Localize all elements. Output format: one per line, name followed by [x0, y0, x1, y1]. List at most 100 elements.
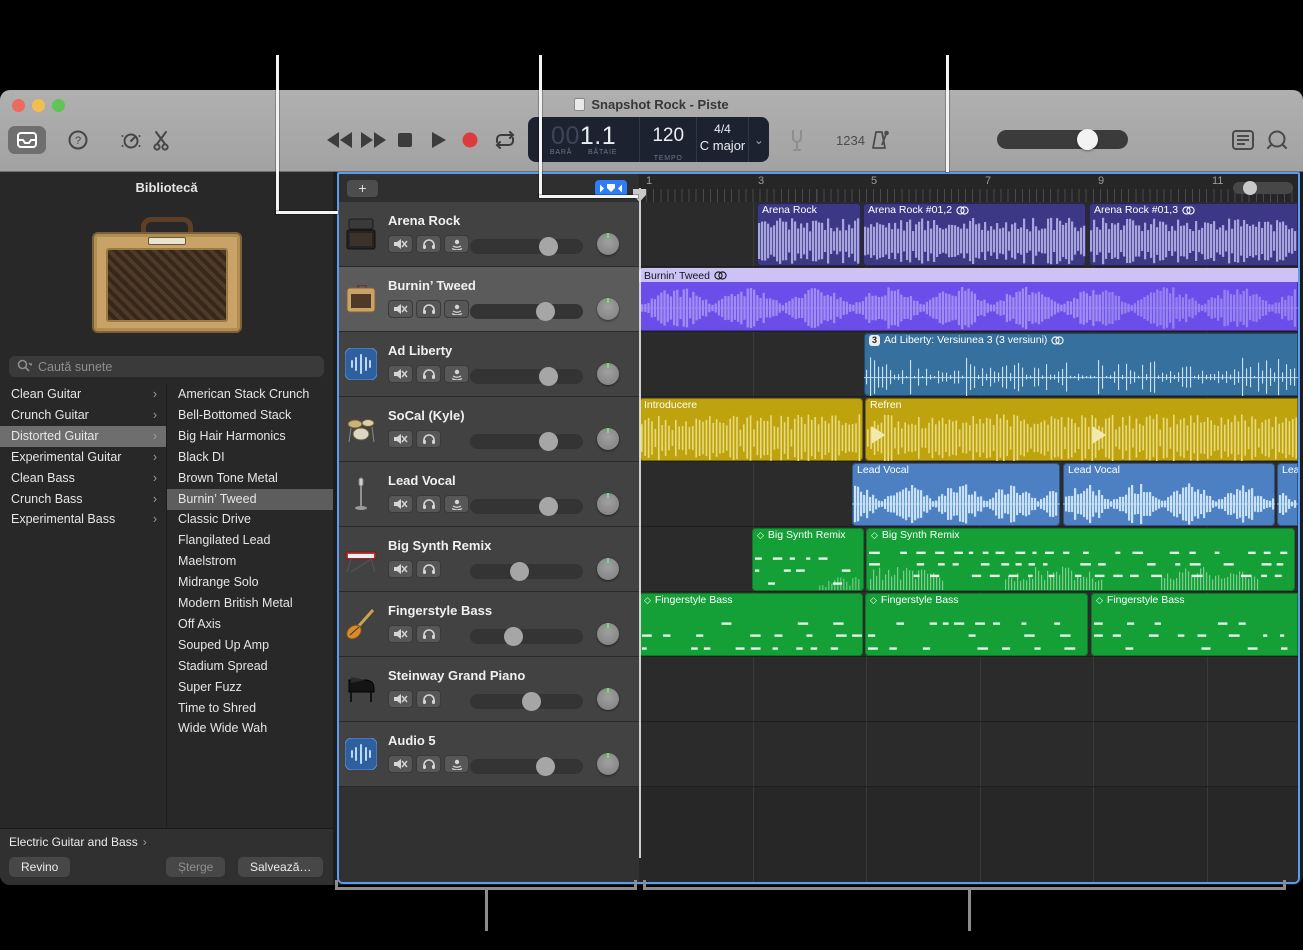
lanes[interactable]: Arena Rock Arena Rock #01,2 Arena Rock #01… [639, 202, 1298, 882]
quick-help-button[interactable]: ? [68, 130, 88, 155]
track-volume-slider[interactable] [470, 757, 583, 776]
region-arena-rock-01-3[interactable]: Arena Rock #01,3 [1089, 203, 1298, 266]
fast-forward-button[interactable] [361, 132, 387, 153]
track-header-socal-kyle[interactable]: SoCal (Kyle) [339, 397, 639, 462]
track-header-lead-vocal[interactable]: Lead Vocal [339, 462, 639, 527]
mute-button[interactable] [388, 690, 413, 708]
library-preset-stadium-spread[interactable]: Stadium Spread [167, 656, 333, 677]
save-button[interactable]: Salvează… [238, 857, 324, 877]
mute-button[interactable] [388, 560, 413, 578]
loop-browser-icon[interactable] [1266, 129, 1288, 156]
region-refren[interactable]: Refren [865, 398, 1298, 461]
count-in-button[interactable]: 1234 [836, 133, 865, 148]
library-preset-wide-wide-wah[interactable]: Wide Wide Wah [167, 718, 333, 739]
solo-button[interactable] [416, 235, 441, 253]
region-introducere[interactable]: Introducere [639, 398, 863, 461]
track-volume-knob[interactable] [539, 237, 558, 256]
library-preset-flangilated-lead[interactable]: Flangilated Lead [167, 530, 333, 551]
track-lane[interactable] [639, 657, 1298, 722]
track-volume-slider[interactable] [470, 237, 583, 256]
track-lane[interactable] [639, 722, 1298, 787]
playhead-line[interactable] [639, 188, 641, 858]
library-preset-modern-british-metal[interactable]: Modern British Metal [167, 593, 333, 614]
track-volume-knob[interactable] [536, 757, 555, 776]
track-pan-knob[interactable] [597, 753, 619, 775]
library-category-clean-bass[interactable]: Clean Bass › [0, 468, 166, 489]
timeline-ruler[interactable]: 1 3 5 7 9 11 [639, 174, 1298, 202]
library-preset-american-stack-crunch[interactable]: American Stack Crunch [167, 384, 333, 405]
library-category-experimental-guitar[interactable]: Experimental Guitar › [0, 447, 166, 468]
track-volume-slider[interactable] [470, 692, 583, 711]
region-arena-rock-01-2[interactable]: Arena Rock #01,2 [863, 203, 1086, 266]
library-category-clean-guitar[interactable]: Clean Guitar › [0, 384, 166, 405]
track-pan-knob[interactable] [597, 623, 619, 645]
track-pan-knob[interactable] [597, 298, 619, 320]
library-preset-big-hair-harmonics[interactable]: Big Hair Harmonics [167, 426, 333, 447]
track-pan-knob[interactable] [597, 493, 619, 515]
play-button[interactable] [431, 132, 447, 153]
cut-button[interactable] [152, 130, 172, 157]
track-volume-slider[interactable] [470, 627, 583, 646]
mute-button[interactable] [388, 300, 413, 318]
track-header-burnin-tweed[interactable]: Burnin’ Tweed [339, 267, 639, 332]
master-volume-knob[interactable] [1077, 129, 1098, 150]
input-monitoring-button[interactable] [444, 755, 469, 773]
rewind-button[interactable] [327, 132, 353, 153]
library-preset-burnin-tweed[interactable]: Burnin’ Tweed [167, 488, 333, 510]
library-search-field[interactable]: Caută sunete [9, 356, 324, 377]
library-category-experimental-bass[interactable]: Experimental Bass › [0, 509, 166, 530]
solo-button[interactable] [416, 430, 441, 448]
library-preset-midrange-solo[interactable]: Midrange Solo [167, 572, 333, 593]
track-volume-knob[interactable] [504, 627, 523, 646]
input-monitoring-button[interactable] [444, 235, 469, 253]
solo-button[interactable] [416, 625, 441, 643]
region-arena-rock[interactable]: Arena Rock [757, 203, 861, 266]
solo-button[interactable] [416, 495, 441, 513]
cycle-button[interactable] [494, 131, 516, 154]
library-preset-time-to-shred[interactable]: Time to Shred [167, 698, 333, 719]
library-category-crunch-bass[interactable]: Crunch Bass › [0, 489, 166, 510]
region-fingerstyle-bass[interactable]: ◇ Fingerstyle Bass [865, 593, 1088, 656]
track-pan-knob[interactable] [597, 363, 619, 385]
solo-button[interactable] [416, 560, 441, 578]
region-big-synth-remix[interactable]: ◇ Big Synth Remix [752, 528, 864, 591]
smart-controls-button[interactable] [120, 130, 142, 157]
region-fingerstyle-bass[interactable]: ◇ Fingerstyle Bass [639, 593, 863, 656]
track-volume-knob[interactable] [522, 692, 541, 711]
tuning-fork-icon[interactable] [789, 130, 805, 156]
track-volume-knob[interactable] [536, 302, 555, 321]
library-toggle-button[interactable] [8, 126, 46, 154]
region-fingerstyle-bass[interactable]: ◇ Fingerstyle Bass [1091, 593, 1298, 656]
library-preset-black-di[interactable]: Black DI [167, 447, 333, 468]
region-lead-vocal[interactable]: Lead Vocal [852, 463, 1060, 526]
empty-lane-area[interactable] [639, 787, 1298, 882]
library-preset-off-axis[interactable]: Off Axis [167, 614, 333, 635]
lcd-display[interactable]: 001.1 BARĂ BĂTAIE 120 TEMPO 4/4 C major … [528, 117, 769, 162]
library-category-crunch-guitar[interactable]: Crunch Guitar › [0, 405, 166, 426]
region-ad-liberty-versiunea-3-3-versiuni[interactable]: 3 Ad Liberty: Versiunea 3 (3 versiuni) [864, 333, 1298, 396]
region-lead-vocal[interactable]: Lead Vocal [1277, 463, 1298, 526]
track-pan-knob[interactable] [597, 558, 619, 580]
add-track-button[interactable]: + [347, 180, 378, 197]
track-volume-slider[interactable] [470, 432, 583, 451]
input-monitoring-button[interactable] [444, 300, 469, 318]
mute-button[interactable] [388, 495, 413, 513]
library-category-distorted-guitar[interactable]: Distorted Guitar › [0, 425, 166, 447]
delete-button[interactable]: Șterge [166, 857, 226, 877]
playhead-marker[interactable] [632, 188, 647, 208]
track-volume-knob[interactable] [539, 432, 558, 451]
track-header-ad-liberty[interactable]: Ad Liberty [339, 332, 639, 397]
mute-button[interactable] [388, 625, 413, 643]
region-big-synth-remix[interactable]: ◇ Big Synth Remix [866, 528, 1295, 591]
track-header-audio-5[interactable]: Audio 5 [339, 722, 639, 787]
solo-button[interactable] [416, 755, 441, 773]
library-preset-super-fuzz[interactable]: Super Fuzz [167, 677, 333, 698]
breadcrumb[interactable]: Electric Guitar and Bass › [9, 835, 147, 849]
library-preset-brown-tone-metal[interactable]: Brown Tone Metal [167, 468, 333, 489]
zoom-slider[interactable] [1233, 181, 1293, 195]
track-volume-slider[interactable] [470, 302, 583, 321]
track-pan-knob[interactable] [597, 428, 619, 450]
track-pan-knob[interactable] [597, 233, 619, 255]
library-preset-classic-drive[interactable]: Classic Drive [167, 509, 333, 530]
lcd-position-section[interactable]: 001.1 BARĂ BĂTAIE [528, 117, 641, 162]
